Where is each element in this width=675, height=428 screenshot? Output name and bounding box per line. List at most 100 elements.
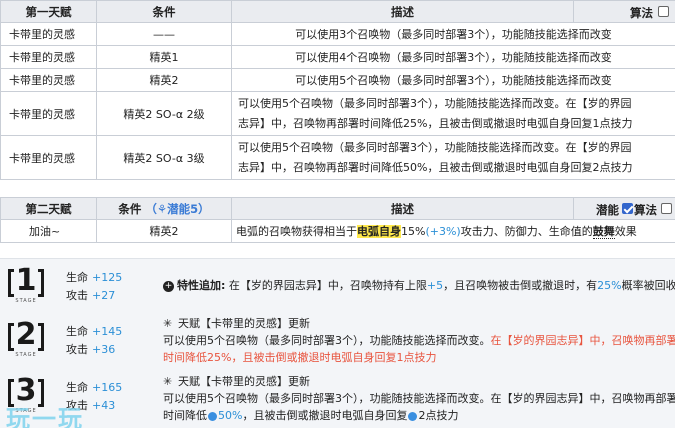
effect-head: 特性追加: (177, 279, 226, 292)
hp-value: +165 (92, 381, 123, 394)
stage-number: 1 (15, 263, 37, 298)
talent-condition: 精英2 (96, 219, 232, 243)
atk-label: 攻击 (66, 289, 88, 302)
stage-stats: 生命 +125 攻击 +27 (66, 269, 122, 305)
header-condition: 条件 (118, 201, 142, 216)
stage-number: 2 (15, 317, 37, 352)
talent-condition: 精英1 (96, 45, 232, 69)
header-description: 描述 (231, 0, 574, 23)
header-condition: 条件 (96, 0, 232, 23)
atk-label: 攻击 (66, 343, 88, 356)
stage-label: STAGE (15, 352, 37, 358)
talent-description: 可以使用4个召唤物（最多同时部署3个），功能随技能选择而改变 (231, 45, 675, 69)
effect-head: 天赋【卡带里的灵感】更新 (178, 375, 310, 388)
header-description: 描述 (231, 197, 574, 220)
description-line: 志异】中，召唤物再部署时间降低50%，且被击倒或撤退时电弧自身回复2点技力 (238, 160, 633, 174)
potential-label: 潜能 (596, 203, 619, 217)
table-row: 卡带里的灵感 精英2 可以使用5个召唤物（最多同时部署3个），功能随技能选择而改… (0, 68, 675, 92)
talent-name: 卡带里的灵感 (0, 135, 97, 180)
desc-text: 攻击力、防御力、生命值的 (460, 225, 593, 238)
sparkle-icon: ✳ (163, 375, 173, 388)
stage-effect: ✳ 天赋【卡带里的灵感】更新 可以使用5个召唤物（最多同时部署3个），功能随技能选… (163, 373, 675, 424)
effect-highlight: 时间降低25%，且被击倒或撤退时电弧自身回复1点技力 (163, 351, 437, 364)
stage-effect: ✳ 天赋【卡带里的灵感】更新 可以使用5个召唤物（最多同时部署3个），功能随技能选… (163, 315, 675, 366)
potential-icon (408, 411, 418, 421)
description-line: 可以使用5个召唤物（最多同时部署3个），功能随技能选择而改变。在【岁的界园 (238, 140, 632, 154)
effect-text: 时间降低 (163, 409, 207, 422)
hp-label: 生命 (66, 271, 88, 284)
algorithm-label: 算法 (634, 203, 657, 217)
table-row: 加油~ 精英2 电弧的召唤物获得相当于电弧自身15%(+3%)攻击力、防御力、生… (0, 219, 675, 243)
sparkle-icon: ✳ (163, 317, 173, 330)
description-line: 可以使用5个召唤物（最多同时部署3个），功能随技能选择而改变。在【岁的界园 (238, 96, 632, 110)
talent-condition: 精英2 SO-α 2级 (96, 91, 232, 136)
talent-name: 卡带里的灵感 (0, 22, 97, 46)
effect-head: 天赋【卡带里的灵感】更新 (178, 317, 310, 330)
stage-badge: 2 STAGE (8, 317, 44, 359)
effect-text: 在【岁的界园志异】中，召唤物持有上限 (228, 279, 427, 292)
talent-description: 电弧的召唤物获得相当于电弧自身15%(+3%)攻击力、防御力、生命值的鼓舞效果 (231, 219, 675, 243)
algorithm-label: 算法 (630, 6, 653, 20)
hp-value: +145 (92, 325, 123, 338)
algorithm-checkbox[interactable] (658, 6, 669, 17)
table-row: 卡带里的灵感 精英2 SO-α 3级 可以使用5个召唤物（最多同时部署3个），功… (0, 135, 675, 180)
talent1-header-row: 第一天赋 条件 描述 算法 (0, 0, 675, 23)
effect-highlight: 在【岁的界园志异】中，召唤物再部署 (490, 334, 675, 347)
talent-name: 卡带里的灵感 (0, 91, 97, 136)
desc-text: 效果 (614, 225, 637, 238)
table-row: 卡带里的灵感 精英1 可以使用4个召唤物（最多同时部署3个），功能随技能选择而改… (0, 45, 675, 69)
effect-value: 50% (218, 409, 243, 422)
talent-description: 可以使用5个召唤物（最多同时部署3个），功能随技能选择而改变。在【岁的界园 志异… (231, 135, 675, 180)
stage-1: 1 STAGE 生命 +125 攻击 +27 + 特性追加: 在【岁的界园志异】中，召… (0, 261, 675, 313)
potential-icon (208, 411, 217, 421)
header-condition-cell: 条件 （⚘潜能5） (96, 197, 232, 220)
hp-label: 生命 (66, 381, 88, 394)
effect-value: 25% (597, 279, 622, 292)
plus-circle-icon: + (163, 280, 174, 292)
hp-label: 生命 (66, 325, 88, 338)
stage-stats: 生命 +145 攻击 +36 (66, 323, 122, 359)
atk-value: +27 (92, 289, 116, 302)
effect-text: 概率被回收 (621, 279, 675, 292)
desc-bonus: (+3%) (425, 225, 461, 238)
talent-name: 加油~ (0, 219, 97, 243)
algorithm-checkbox[interactable] (661, 203, 672, 214)
effect-text: 可以使用5个召唤物（最多同时部署3个），功能随技能选择而改变。 (163, 334, 491, 347)
hp-value: +125 (92, 271, 123, 284)
stage-badge: 1 STAGE (8, 263, 44, 305)
table-row: 卡带里的灵感 精英2 SO-α 2级 可以使用5个召唤物（最多同时部署3个），功… (0, 91, 675, 136)
stage-label: STAGE (15, 298, 37, 304)
effect-text: ，且被击倒或撤退时电弧自身回复 (242, 409, 408, 422)
talent1-table: 第一天赋 条件 描述 算法 卡带里的灵感 —— 可以使用3个召唤物（最多同时部署… (0, 0, 675, 180)
header-toggles-cell: 潜能 算法 (573, 197, 675, 220)
atk-value: +43 (92, 399, 116, 412)
effect-value: +5 (426, 279, 444, 292)
potential-link[interactable]: （⚘潜能5） (145, 202, 209, 216)
watermark-logo: 玩一玩 (6, 405, 84, 428)
talent-condition: —— (96, 22, 232, 46)
stage-3: 3 STAGE 生命 +165 攻击 +43 ✳ 天赋【卡带里的灵感】更新 可以使用5… (0, 371, 675, 423)
module-stages-panel: 1 STAGE 生命 +125 攻击 +27 + 特性追加: 在【岁的界园志异】中，召… (0, 258, 675, 428)
header-algorithm-cell: 算法 (573, 0, 675, 23)
description-line: 志异】中，召唤物再部署时间降低25%，且被击倒或撤退时电弧自身回复1点技力 (238, 116, 633, 130)
desc-highlight: 电弧自身 (357, 225, 401, 238)
talent-name: 卡带里的灵感 (0, 68, 97, 92)
header-name: 第一天赋 (0, 0, 97, 23)
talent-condition: 精英2 SO-α 3级 (96, 135, 232, 180)
talent2-header-row: 第二天赋 条件 （⚘潜能5） 描述 潜能 算法 (0, 197, 675, 220)
effect-text: ，且召唤物被击倒或撤退时，有 (443, 279, 598, 292)
potential-icon: ⚘ (156, 201, 168, 216)
header-name: 第二天赋 (0, 197, 97, 220)
talent-description: 可以使用5个召唤物（最多同时部署3个），功能随技能选择而改变 (231, 68, 675, 92)
potential-link-label: 潜能5 (167, 201, 199, 216)
desc-text: 电弧的召唤物获得相当于 (236, 225, 357, 238)
potential-checkbox[interactable] (622, 203, 633, 214)
talent2-table: 第二天赋 条件 （⚘潜能5） 描述 潜能 算法 加油~ 精英2 电弧的召唤物获得… (0, 197, 675, 243)
desc-text: 15% (401, 225, 426, 238)
stage-effect: + 特性追加: 在【岁的界园志异】中，召唤物持有上限+5，且召唤物被击倒或撤退时，… (163, 277, 675, 294)
talent-condition: 精英2 (96, 68, 232, 92)
atk-value: +36 (92, 343, 116, 356)
effect-text: 可以使用5个召唤物（最多同时部署3个），功能随技能选择而改变。在【岁的界园志异】… (163, 392, 675, 405)
talent-description: 可以使用3个召唤物（最多同时部署3个），功能随技能选择而改变 (231, 22, 675, 46)
talent-name: 卡带里的灵感 (0, 45, 97, 69)
